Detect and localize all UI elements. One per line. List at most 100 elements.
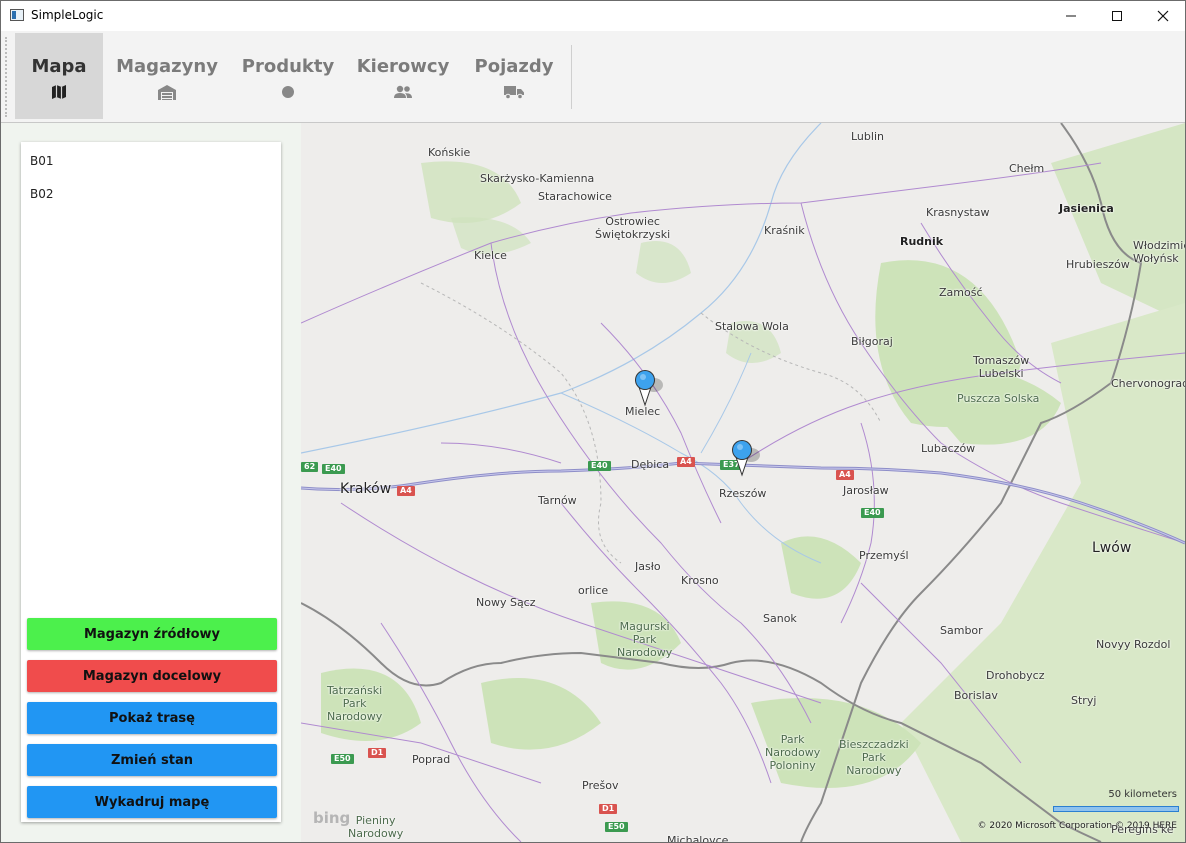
main-nav: Mapa Magazyny Produkty Kierowcy Pojazdy [1,31,1185,123]
map-label: Borislav [954,689,998,702]
map-label: Michalovce [667,834,729,842]
map-label: Tomaszów Lubelski [973,354,1030,380]
change-state-button[interactable]: Zmień stan [27,744,277,776]
show-route-button[interactable]: Pokaż trasę [27,702,277,734]
maximize-button[interactable] [1094,1,1140,31]
circle-icon [281,83,295,101]
close-button[interactable] [1140,1,1185,31]
truck-icon [503,83,525,101]
warehouse-list-card: B01 B02 Magazyn źródłowy Magazyn docelow… [21,142,281,822]
map-label: Magurski Park Narodowy [617,620,673,659]
tab-mapa[interactable]: Mapa [15,33,103,119]
map-label: Hrubieszów [1066,258,1130,271]
pin-icon [732,440,760,477]
tab-label: Magazyny [116,56,218,77]
minimize-button[interactable] [1048,1,1094,31]
map-label: Krasnystaw [926,206,990,219]
map-label: Końskie [428,146,471,159]
tab-label: Produkty [241,56,335,77]
scale-label: 50 kilometers [1108,789,1177,800]
map-label: Prešov [582,779,619,792]
map-label: Bieszczadzki Park Narodowy [839,738,909,777]
map-label: Chervonograd [1111,377,1185,390]
map-label: Park Narodowy Poloniny [765,733,821,772]
map-label: Jasienica [1059,202,1114,215]
minimize-icon [1066,15,1076,17]
list-item[interactable]: B02 [30,187,54,201]
map-pin-rzeszow[interactable] [729,437,760,477]
map-label: Lwów [1092,540,1132,556]
app-window: SimpleLogic Mapa Magazyny Produkty Kiero… [0,0,1186,843]
tab-pojazdy[interactable]: Pojazdy [474,33,554,119]
maximize-icon [1112,11,1122,21]
road-shield: D1 [599,804,618,814]
road-shield: 62 [301,462,319,472]
scale-bar [1053,806,1179,812]
map-label: Ostrowiec Świętokrzyski [595,215,671,241]
tab-produkty[interactable]: Produkty [241,33,335,119]
toolbar-grip[interactable] [5,37,10,117]
people-icon [393,83,413,101]
tab-label: Pojazdy [474,56,554,77]
map-pin-mielec[interactable] [632,367,663,407]
map-label: Starachowice [538,190,612,203]
map-label: orlice [578,584,609,597]
map-label: Jarosław [843,484,889,497]
road-shield: E40 [322,464,345,474]
target-warehouse-button[interactable]: Magazyn docelowy [27,660,277,692]
nav-separator [571,45,572,109]
close-icon [1157,10,1169,22]
map-label: Pieniny Narodowy [348,814,404,840]
map-label: Tarnów [538,494,577,507]
app-icon [10,9,24,21]
road-shield: A4 [836,470,854,480]
road-shield: D1 [368,748,387,758]
map-label: Lublin [851,130,884,143]
window-title: SimpleLogic [31,8,104,22]
bing-logo: bing [313,809,351,827]
map-label: Rzeszów [719,487,767,500]
map-label: Krosno [681,574,719,587]
map-copyright: © 2020 Microsoft Corporation © 2019 HERE [977,821,1178,831]
map-base [301,123,1185,842]
fit-map-button[interactable]: Wykadruj mapę [27,786,277,818]
map-label: Lubaczów [921,442,976,455]
map-label: Sanok [763,612,797,625]
map-label: Jasło [635,560,661,573]
map-label: Drohobycz [986,669,1045,682]
map-label: Sambor [940,624,983,637]
map-label: Puszcza Solska [957,392,1040,405]
road-shield: E40 [588,461,611,471]
map-label: Poprad [412,753,451,766]
sidebar: B01 B02 Magazyn źródłowy Magazyn docelow… [1,123,301,842]
map-label: Przemyśl [859,549,909,562]
map-label: Zamość [939,286,983,299]
road-shield: E40 [861,508,884,518]
road-shield: A4 [677,457,695,467]
tab-label: Kierowcy [356,56,450,77]
tab-magazyny[interactable]: Magazyny [116,33,218,119]
map-label: Skarżysko-Kamienna [480,172,595,185]
road-shield: A4 [397,486,415,496]
map-view[interactable]: 62 E40 A4 E40 A4 E37 A4 E40 D1 E50 D1 E5… [301,123,1185,842]
tab-kierowcy[interactable]: Kierowcy [357,33,449,119]
tab-label: Mapa [31,56,87,77]
list-item[interactable]: B01 [30,154,54,168]
map-label: Kraków [340,481,392,497]
warehouse-icon [157,83,177,101]
map-label: Włodzimie Wołyńsk [1133,239,1185,265]
map-label: Novyy Rozdol [1096,638,1171,651]
map-label: Dębica [631,458,670,471]
map-label: Biłgoraj [851,335,893,348]
map-label: Rudnik [900,235,944,248]
pin-icon [635,370,663,407]
map-label: Tatrzański Park Narodowy [327,684,383,723]
source-warehouse-button[interactable]: Magazyn źródłowy [27,618,277,650]
map-icon [51,83,67,101]
map-label: Nowy Sącz [476,596,536,609]
map-label: Chełm [1009,162,1045,175]
map-label: Stalowa Wola [715,320,789,333]
title-bar[interactable]: SimpleLogic [1,1,1185,31]
road-shield: E50 [331,754,354,764]
road-shield: E50 [605,822,628,832]
